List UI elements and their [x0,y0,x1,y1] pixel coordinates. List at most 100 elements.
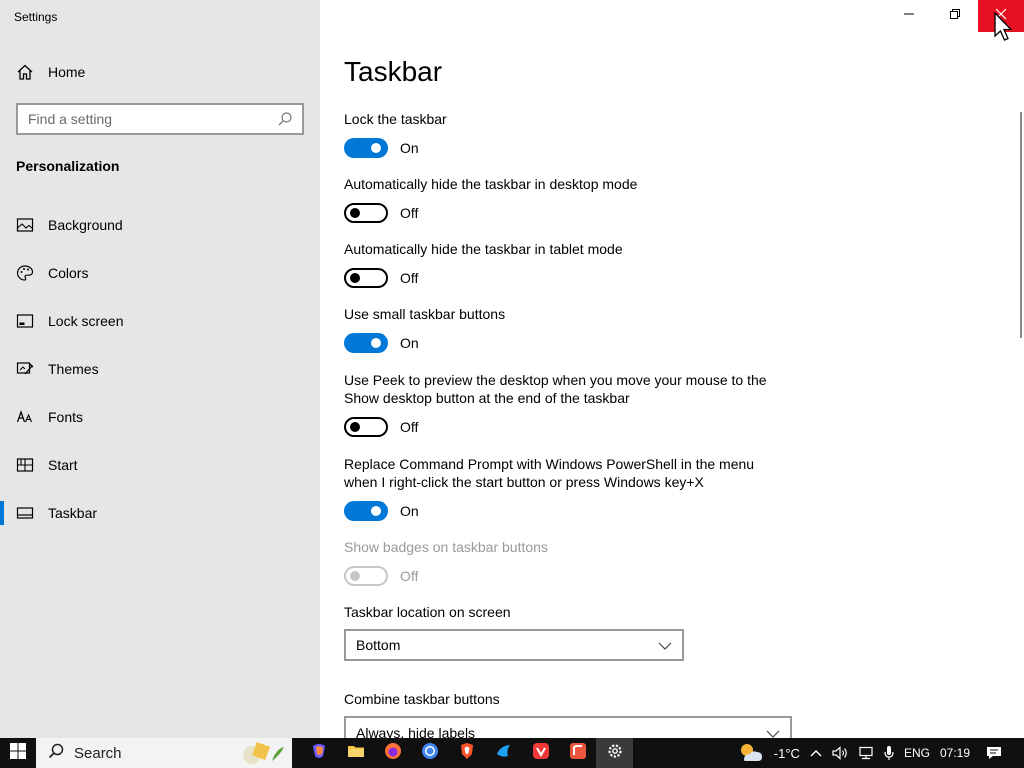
search-icon [48,743,64,763]
sidebar-item-start[interactable]: Start [0,441,320,489]
notification-icon[interactable] [986,746,1002,760]
toggle-switch[interactable] [344,138,388,158]
gear-icon [606,742,624,765]
combine-label: Combine taskbar buttons [344,691,500,707]
location-value: Bottom [356,637,401,653]
toggle-peek[interactable]: Off [344,417,418,437]
vivaldi-app[interactable] [522,738,559,768]
search-highlight-icon [240,741,286,768]
picture-icon [16,216,34,234]
taskbar-icon [16,504,34,522]
sidebar-item-taskbar[interactable]: Taskbar [0,489,320,537]
sidebar-item-lock-screen[interactable]: Lock screen [0,297,320,345]
toggle-powershell[interactable]: On [344,501,419,521]
app-orange-icon [569,742,587,765]
toggle-switch[interactable] [344,501,388,521]
chevron-up-icon[interactable] [810,749,822,757]
sidebar-item-label: Background [48,217,123,233]
main-content: Taskbar Lock the taskbar On Automaticall… [344,0,1024,741]
mouse-cursor [994,11,1014,49]
toggle-state: Off [400,205,419,221]
toggle-badges: Off [344,566,418,586]
weather-icon[interactable] [738,742,764,764]
sidebar-item-label: Taskbar [48,505,98,521]
sidebar: Settings Home Personalization Background… [0,0,320,738]
setting-label: Lock the taskbar [344,111,447,127]
app-blue-icon [495,742,513,765]
search-icon[interactable] [276,110,294,128]
chevron-down-icon [658,637,672,653]
toggle-small-buttons[interactable]: On [344,333,419,353]
app-title: Settings [14,10,58,24]
toggle-state: On [400,140,419,156]
setting-label: Show badges on taskbar buttons [344,539,548,555]
setting-label: Automatically hide the taskbar in tablet… [344,241,623,257]
taskbar: Search -1°C ENG 07:19 [0,738,1024,768]
temperature[interactable]: -1°C [774,746,800,761]
clock[interactable]: 07:19 [940,746,970,760]
language-indicator[interactable]: ENG [904,746,930,760]
lock-screen-icon [16,312,34,330]
home-label: Home [48,64,86,80]
toggle-switch[interactable] [344,333,388,353]
setting-label: Replace Command Prompt with Windows Powe… [344,456,755,490]
palette-icon [16,264,34,282]
start-icon [16,456,34,474]
sidebar-item-colors[interactable]: Colors [0,249,320,297]
toggle-state: Off [400,568,419,584]
system-tray: -1°C ENG 07:19 [738,738,1024,768]
toggle-switch[interactable] [344,203,388,223]
file-explorer-app[interactable] [337,738,374,768]
sidebar-item-themes[interactable]: Themes [0,345,320,393]
sidebar-item-fonts[interactable]: Fonts [0,393,320,441]
sidebar-nav: Background Colors Lock screen Themes Fon… [0,201,320,537]
search-input[interactable] [28,111,268,127]
toggle-switch[interactable] [344,417,388,437]
toggle-lock-taskbar[interactable]: On [344,138,419,158]
firefox-app[interactable] [374,738,411,768]
setting-label: Use Peek to preview the desktop when you… [344,372,767,406]
scrollbar[interactable] [1020,112,1022,338]
search-box[interactable] [16,103,304,135]
home-icon [16,63,34,81]
vivaldi-icon [532,742,550,765]
combine-dropdown[interactable]: Always, hide labels [344,716,792,741]
taskbar-apps [300,738,633,768]
fonts-icon [16,408,34,426]
toggle-state: On [400,503,419,519]
themes-icon [16,360,34,378]
sidebar-item-label: Start [48,457,78,473]
microphone-icon[interactable] [884,745,894,761]
toggle-state: Off [400,270,419,286]
volume-icon[interactable] [832,746,848,760]
toggle-state: On [400,335,419,351]
chrome-app[interactable] [411,738,448,768]
firefox-icon [384,742,402,765]
toggle-autohide-desktop[interactable]: Off [344,203,418,223]
blue-app[interactable] [485,738,522,768]
location-dropdown[interactable]: Bottom [344,629,684,661]
chrome-icon [421,742,439,765]
start-button[interactable] [0,738,36,768]
copilot-app[interactable] [300,738,337,768]
toggle-autohide-tablet[interactable]: Off [344,268,418,288]
copilot-icon [310,742,328,765]
toggle-switch [344,566,388,586]
toggle-switch[interactable] [344,268,388,288]
setting-label: Use small taskbar buttons [344,306,506,322]
sidebar-item-label: Fonts [48,409,84,425]
sidebar-item-label: Lock screen [48,313,124,329]
home-link[interactable]: Home [16,63,85,81]
sidebar-item-label: Colors [48,265,89,281]
brave-app[interactable] [448,738,485,768]
network-icon[interactable] [858,746,874,760]
settings-app[interactable] [596,738,633,768]
location-label: Taskbar location on screen [344,604,511,620]
taskbar-search[interactable]: Search [36,738,292,768]
toggle-state: Off [400,419,419,435]
setting-label: Automatically hide the taskbar in deskto… [344,176,638,192]
windows-logo-icon [10,742,26,764]
orange-app[interactable] [559,738,596,768]
folder-icon [347,743,365,764]
sidebar-item-background[interactable]: Background [0,201,320,249]
